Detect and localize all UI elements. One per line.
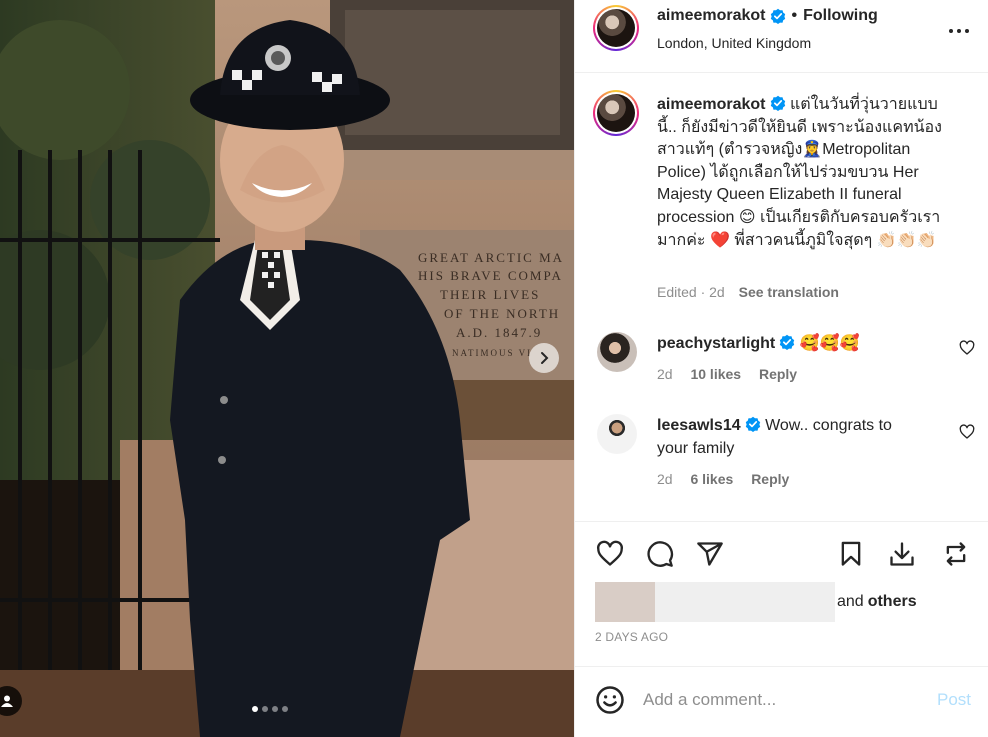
caption-author-avatar[interactable] <box>593 90 639 136</box>
liked-by-and: and <box>837 593 864 610</box>
emoji-smile-icon[interactable] <box>595 685 625 715</box>
download-icon[interactable] <box>887 540 917 568</box>
bookmark-save-icon[interactable] <box>837 540 865 568</box>
caption-meta: Edited · 2d See translation <box>657 284 839 300</box>
plaque-line: THEIR LIVES <box>440 287 540 302</box>
share-paper-plane-icon[interactable] <box>695 540 725 568</box>
caption-body: แต่ในวันที่วุ่นวายแบบนี้.. ก็ยังมีข่าวดี… <box>657 96 942 249</box>
see-translation-link[interactable]: See translation <box>739 284 839 300</box>
plaque-line: GREAT ARCTIC MA <box>418 250 564 265</box>
add-comment-bar: Post <box>575 666 988 737</box>
comment-bubble-icon[interactable] <box>645 540 675 568</box>
repost-icon[interactable] <box>941 540 971 568</box>
commenter-username[interactable]: peachystarlight <box>657 335 775 352</box>
verified-badge-icon <box>745 416 760 432</box>
comment-reply-button[interactable]: Reply <box>751 471 789 487</box>
carousel-dot <box>262 706 268 712</box>
verified-badge-icon <box>780 334 795 350</box>
carousel-next-button[interactable] <box>529 343 559 373</box>
user-tag-icon <box>1 695 13 707</box>
comment-body: 🥰🥰🥰 <box>799 335 860 352</box>
plaque-line: OF THE NORTH <box>444 306 560 321</box>
post-location[interactable]: London, United Kingdom <box>657 35 811 51</box>
author-avatar[interactable] <box>593 5 639 51</box>
author-username[interactable]: aimeemorakot <box>657 7 766 25</box>
comment-item: leesawls14 Wow.. congrats to your family… <box>575 412 988 502</box>
verified-badge-icon <box>770 8 785 24</box>
header-separator: • <box>791 7 798 24</box>
plaque-line: HIS BRAVE COMPA <box>418 268 563 283</box>
post-caption: aimeemorakot แต่ในวันที่วุ่นวายแบบนี้.. … <box>657 94 957 252</box>
photo-image: GREAT ARCTIC MA HIS BRAVE COMPA THEIR LI… <box>0 0 574 737</box>
verified-badge-icon <box>770 95 785 111</box>
comment-meta: 2d 10 likes Reply <box>657 366 811 382</box>
comment-input[interactable] <box>643 687 923 713</box>
comment-text: peachystarlight 🥰🥰🥰 <box>657 332 927 355</box>
comment-age: 2d <box>657 366 673 382</box>
plaque-line: A.D. 1847.9 <box>456 325 542 340</box>
comments-section[interactable]: aimeemorakot แต่ในวันที่วุ่นวายแบบนี้.. … <box>575 74 988 520</box>
comment-item: peachystarlight 🥰🥰🥰 2d 10 likes Reply <box>575 330 988 400</box>
follow-button[interactable]: Following <box>803 7 878 25</box>
instagram-post: GREAT ARCTIC MA HIS BRAVE COMPA THEIR LI… <box>0 0 988 737</box>
carousel-dot <box>272 706 278 712</box>
liked-by-name-redacted <box>655 582 835 622</box>
plaque-line: NATIMOUS VI <box>452 348 532 358</box>
comment-reply-button[interactable]: Reply <box>759 366 797 382</box>
header-user-line: aimeemorakot • Following <box>657 7 878 25</box>
like-heart-icon[interactable] <box>595 540 625 568</box>
liked-by-row[interactable]: and others <box>595 582 917 622</box>
carousel-dots <box>252 706 288 712</box>
more-horizontal-icon[interactable] <box>947 21 971 41</box>
comment-like-heart-icon[interactable] <box>959 340 975 356</box>
post-photo[interactable]: GREAT ARCTIC MA HIS BRAVE COMPA THEIR LI… <box>0 0 574 737</box>
commenter-avatar[interactable] <box>597 332 637 372</box>
comment-likes-count[interactable]: 6 likes <box>690 471 733 487</box>
liked-by-others-link[interactable]: others <box>868 593 917 611</box>
comment-like-heart-icon[interactable] <box>959 424 975 440</box>
liked-by-avatar-redacted <box>595 582 655 622</box>
commenter-username[interactable]: leesawls14 <box>657 417 741 434</box>
post-actions-bar <box>575 521 988 585</box>
comment-meta: 2d 6 likes Reply <box>657 471 803 487</box>
post-timestamp[interactable]: 2 DAYS AGO <box>595 630 668 644</box>
carousel-dot <box>252 706 258 712</box>
post-comment-button[interactable]: Post <box>937 690 971 710</box>
post-side-panel: aimeemorakot • Following London, United … <box>574 0 988 737</box>
comment-likes-count[interactable]: 10 likes <box>690 366 741 382</box>
caption-edited-time: Edited · 2d <box>657 284 725 300</box>
carousel-dot <box>282 706 288 712</box>
post-header: aimeemorakot • Following London, United … <box>575 0 988 73</box>
chevron-right-icon <box>541 352 549 364</box>
commenter-avatar[interactable] <box>597 414 637 454</box>
caption-author-username[interactable]: aimeemorakot <box>657 96 766 113</box>
comment-text: leesawls14 Wow.. congrats to your family <box>657 414 927 460</box>
comment-age: 2d <box>657 471 673 487</box>
